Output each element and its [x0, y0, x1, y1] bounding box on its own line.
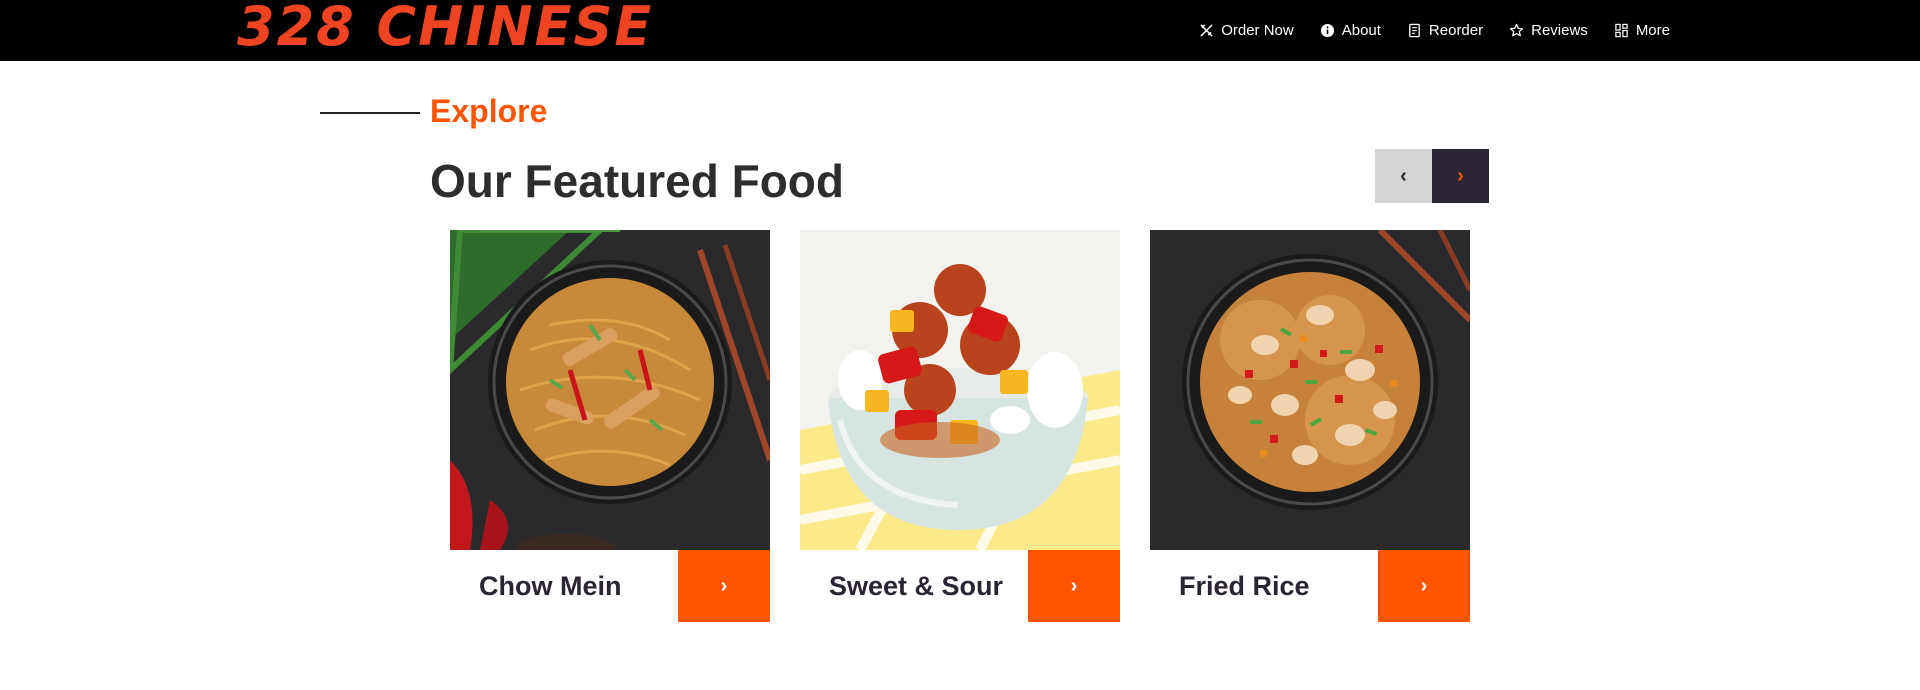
- receipt-icon: [1409, 23, 1420, 38]
- top-navbar: 328 CHINESE Order Now About Reorder Revi…: [0, 0, 1920, 61]
- food-title[interactable]: Sweet & Sour: [800, 550, 1028, 622]
- eyebrow-divider: [320, 112, 420, 114]
- food-title[interactable]: Chow Mein: [450, 550, 678, 622]
- carousel-controls: ‹ ›: [1375, 149, 1489, 203]
- fried-rice-photo[interactable]: [1150, 230, 1470, 550]
- nav-label: More: [1635, 22, 1670, 39]
- nav-item-about[interactable]: About: [1320, 22, 1381, 39]
- featured-food-carousel: Chow Mein › Sweet & Sour › Fried Rice ›: [450, 230, 1470, 622]
- card-footer: Sweet & Sour ›: [800, 550, 1120, 622]
- food-card: Chow Mein ›: [450, 230, 770, 622]
- grid-icon: [1615, 23, 1628, 38]
- utensils-icon: [1200, 24, 1213, 37]
- view-food-button[interactable]: ›: [678, 550, 770, 622]
- food-title[interactable]: Fried Rice: [1150, 550, 1378, 622]
- brand-logo[interactable]: 328 CHINESE: [237, 0, 653, 57]
- food-card: Sweet & Sour ›: [800, 230, 1120, 622]
- info-icon: [1320, 23, 1334, 38]
- section-eyebrow: Explore: [430, 93, 548, 129]
- nav-label: Order Now: [1221, 22, 1294, 39]
- carousel-next-button[interactable]: ›: [1432, 149, 1489, 203]
- nav-item-order-now[interactable]: Order Now: [1199, 22, 1294, 39]
- section-title: Our Featured Food: [430, 155, 844, 207]
- nav-label: About: [1341, 22, 1381, 39]
- view-food-button[interactable]: ›: [1378, 550, 1470, 622]
- card-footer: Chow Mein ›: [450, 550, 770, 622]
- nav-item-reviews[interactable]: Reviews: [1509, 22, 1588, 39]
- nav-item-more[interactable]: More: [1614, 22, 1670, 39]
- nav-label: Reorder: [1428, 22, 1484, 39]
- view-food-button[interactable]: ›: [1028, 550, 1120, 622]
- card-footer: Fried Rice ›: [1150, 550, 1470, 622]
- main-nav: Order Now About Reorder Reviews More: [1173, 0, 1670, 61]
- carousel-prev-button[interactable]: ‹: [1375, 149, 1432, 203]
- nav-label: Reviews: [1531, 22, 1588, 39]
- sweet-and-sour-photo[interactable]: [800, 230, 1120, 550]
- nav-item-reorder[interactable]: Reorder: [1407, 22, 1483, 39]
- chow-mein-photo[interactable]: [450, 230, 770, 550]
- food-card: Fried Rice ›: [1150, 230, 1470, 622]
- star-icon: [1509, 23, 1524, 37]
